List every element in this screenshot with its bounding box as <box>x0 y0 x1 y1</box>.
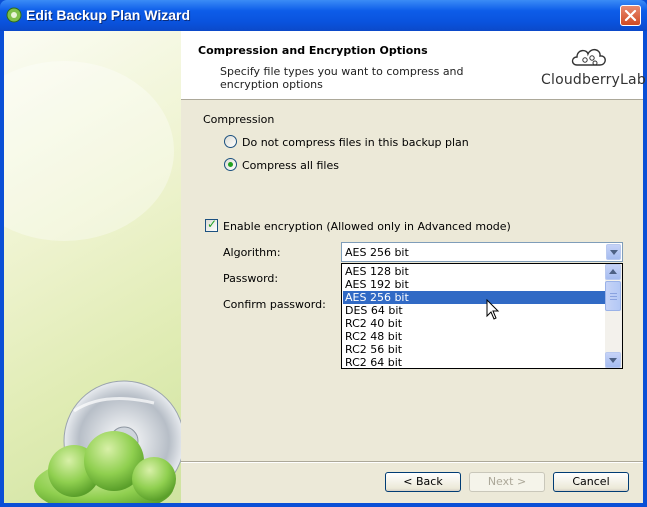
algorithm-select[interactable]: AES 256 bit <box>341 242 623 262</box>
mouse-cursor-icon <box>486 299 500 320</box>
cloudberry-app-icon <box>6 7 22 23</box>
chevron-up-icon <box>609 269 617 274</box>
page-title: Compression and Encryption Options <box>198 44 428 57</box>
close-icon <box>624 9 637 22</box>
cloud-logo-icon <box>571 49 606 66</box>
cancel-button[interactable]: Cancel <box>553 472 629 492</box>
scrollbar-thumb[interactable] <box>605 281 621 311</box>
radio-selected-dot <box>228 162 233 167</box>
next-button[interactable]: Next > <box>469 472 545 492</box>
cloudberry-logo: CloudberryLab <box>541 39 646 95</box>
chevron-down-icon <box>609 358 617 363</box>
logo-text: CloudberryLab <box>541 72 646 88</box>
grip-line <box>610 296 617 297</box>
close-button[interactable] <box>620 5 641 26</box>
compress-all-radio[interactable] <box>224 158 237 171</box>
algorithm-option[interactable]: AES 192 bit <box>343 278 605 291</box>
enable-encryption-label[interactable]: Enable encryption (Allowed only in Advan… <box>223 220 511 233</box>
wizard-side-panel <box>4 31 181 503</box>
no-compress-label[interactable]: Do not compress files in this backup pla… <box>242 136 469 149</box>
algorithm-dropdown-button[interactable] <box>606 244 621 260</box>
back-button[interactable]: < Back <box>385 472 461 492</box>
enable-encryption-checkbox[interactable]: ✓ <box>205 217 218 232</box>
algorithm-option[interactable]: DES 64 bit <box>343 304 605 317</box>
algorithm-dropdown-list[interactable]: AES 128 bit AES 192 bit AES 256 bit DES … <box>341 263 623 369</box>
algorithm-selected-value: AES 256 bit <box>345 246 409 259</box>
grip-line <box>610 293 617 294</box>
footer-divider <box>181 461 643 463</box>
wizard-window: Edit Backup Plan Wizard Compression and … <box>0 0 647 507</box>
compress-all-label[interactable]: Compress all files <box>242 159 339 172</box>
title-bar[interactable]: Edit Backup Plan Wizard <box>0 0 647 31</box>
wizard-header: Compression and Encryption Options Speci… <box>181 31 646 100</box>
password-label: Password: <box>223 272 279 285</box>
window-title: Edit Backup Plan Wizard <box>26 7 191 23</box>
page-description: Specify file types you want to compress … <box>220 65 464 91</box>
backup-disc-illustration <box>4 61 181 503</box>
confirm-password-label: Confirm password: <box>223 298 326 311</box>
scroll-up-button[interactable] <box>605 264 621 280</box>
compression-group-label: Compression <box>203 113 275 126</box>
dropdown-scrollbar[interactable] <box>605 264 622 368</box>
algorithm-option[interactable]: AES 128 bit <box>343 265 605 278</box>
grip-line <box>610 299 617 300</box>
algorithm-option[interactable]: RC2 64 bit <box>343 356 605 368</box>
scroll-down-button[interactable] <box>605 352 621 368</box>
algorithm-option[interactable]: RC2 56 bit <box>343 343 605 356</box>
algorithm-option-highlighted[interactable]: AES 256 bit <box>343 291 605 304</box>
wizard-body: Compression and Encryption Options Speci… <box>4 31 646 503</box>
chevron-down-icon <box>610 250 618 255</box>
algorithm-option[interactable]: RC2 48 bit <box>343 330 605 343</box>
no-compress-radio[interactable] <box>224 135 237 148</box>
checkmark-icon: ✓ <box>207 217 218 231</box>
algorithm-option[interactable]: RC2 40 bit <box>343 317 605 330</box>
algorithm-label: Algorithm: <box>223 246 281 259</box>
options-panel: Compression Do not compress files in thi… <box>181 100 643 460</box>
